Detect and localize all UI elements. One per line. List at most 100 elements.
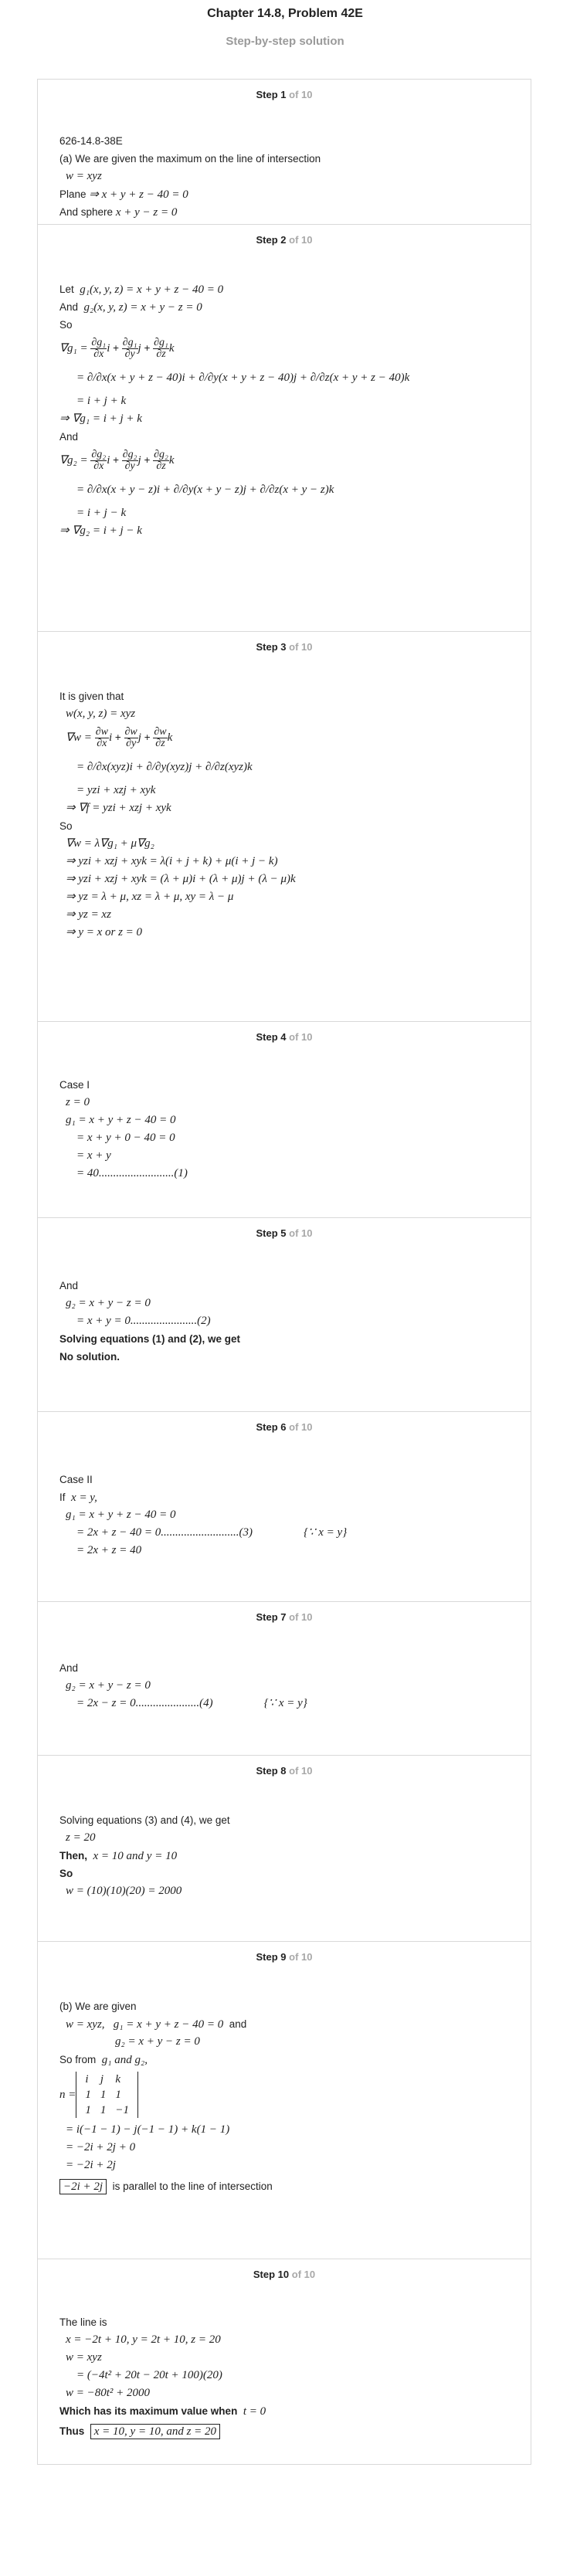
step-3: Step 3 of 10 It is given that w(x, y, z)… (37, 632, 531, 1022)
fraction: ∂g₂ ∂y (121, 448, 138, 472)
fraction: ∂g₁ ∂x (90, 336, 107, 360)
fraction: ∂w ∂z (153, 725, 168, 749)
math-line: g₁ and g₂, (101, 2054, 148, 2066)
math-note: {∵ x = y} (303, 1526, 348, 1539)
math-line: ⇒ yzi + xzj + xyk = (λ + μ)i + (λ + μ)j … (66, 873, 296, 885)
matrix-cell: i (85, 2073, 89, 2086)
matrix-cell: 1 (100, 2089, 107, 2101)
math-line: ⇒ x + y + z − 40 = 0 (89, 188, 188, 201)
math-line: = −2i + 2j (66, 2159, 116, 2171)
step-label: Step 1 (256, 89, 287, 100)
matrix-cell: 1 (85, 2104, 91, 2116)
text-label: is parallel to the line of intersection (112, 2181, 273, 2192)
text-line: And (59, 1280, 79, 1291)
text-line: So (59, 319, 73, 331)
step-label: Step 9 (256, 1951, 287, 1963)
step-header: Step 10 of 10 (38, 2259, 531, 2295)
text-label: and (229, 2018, 247, 2030)
math-line: g₂ = x + y − z = 0 (66, 1297, 151, 1309)
step-count: of 10 (289, 234, 313, 246)
step-9: Step 9 of 10 (b) We are given w = xyz, g… (37, 1942, 531, 2259)
math-line: = 40..........................(1) (76, 1167, 188, 1179)
steps-container: Step 1 of 10 626-14.8-38E (a) We are giv… (37, 79, 531, 2465)
math-line: w = (10)(10)(20) = 2000 (66, 1885, 182, 1897)
text-line: The line is (59, 2316, 107, 2328)
matrix-row: 1 1 −1 (80, 2103, 134, 2118)
math-line: = x + y (76, 1149, 111, 1162)
fraction: ∂g₁ ∂y (121, 336, 138, 360)
step-5: Step 5 of 10 And g₂ = x + y − z = 0 = x … (37, 1218, 531, 1412)
math-line: w = −80t² + 2000 (66, 2387, 151, 2399)
step-1: Step 1 of 10 626-14.8-38E (a) We are giv… (37, 79, 531, 225)
page-title: Chapter 14.8, Problem 42E (207, 7, 363, 20)
text-label: Plane (59, 188, 87, 200)
matrix-cell: 1 (85, 2089, 91, 2101)
problem-id: 626-14.8-38E (59, 135, 123, 147)
math-line: = ∂/∂x(xyz)i + ∂/∂y(xyz)j + ∂/∂z(xyz)k (76, 761, 253, 773)
text-line: It is given that (59, 691, 124, 702)
step-count: of 10 (289, 1611, 313, 1623)
step-10: Step 10 of 10 The line is x = −2t + 10, … (37, 2259, 531, 2465)
step-header: Step 4 of 10 (38, 1022, 531, 1057)
text-line: (a) We are given the maximum on the line… (59, 153, 321, 165)
determinant-matrix: i j k 1 1 1 1 1 −1 (76, 2072, 138, 2118)
math-line: = x + y = 0.......................(2) (76, 1315, 211, 1327)
math-line: x = −2t + 10, y = 2t + 10, z = 20 (66, 2333, 221, 2346)
math-line: ⇒ yz = λ + μ, xz = λ + μ, xy = λ − μ (66, 891, 234, 903)
math-line: ⇒ ∇g₂ = i + j − k (59, 524, 142, 537)
matrix-cell: 1 (115, 2089, 121, 2101)
step-label: Step 7 (256, 1611, 287, 1623)
fraction: ∂w ∂y (124, 725, 138, 749)
step-count: of 10 (289, 1227, 313, 1239)
step-header: Step 1 of 10 (38, 80, 531, 115)
math-line: = ∂/∂x(x + y + z − 40)i + ∂/∂y(x + y + z… (76, 372, 410, 384)
step-header: Step 2 of 10 (38, 225, 531, 260)
math-line: g₁(x, y, z) = x + y + z − 40 = 0 (80, 283, 224, 296)
page-header: Chapter 14.8, Problem 42E Step-by-step s… (0, 0, 570, 48)
matrix-cell: 1 (100, 2104, 107, 2116)
math-line: = yzi + xzj + xyk (76, 784, 156, 796)
text-line: No solution. (59, 1351, 120, 1363)
step-label: Step 6 (256, 1421, 287, 1433)
math-line: w = xyz, (66, 2018, 105, 2031)
step-count: of 10 (289, 1765, 313, 1777)
fraction: ∂g₂ ∂x (90, 448, 107, 472)
math-line: x = 10 and y = 10 (93, 1850, 178, 1862)
math-line: w = xyz (66, 170, 102, 182)
math-line: g₂ = x + y − z = 0 (66, 1679, 151, 1692)
math-line: g₂ = x + y − z = 0 (115, 2035, 200, 2048)
math-line: x = y, (71, 1492, 97, 1504)
text-label: So from (59, 2054, 97, 2065)
math-line: ⇒ yz = xz (66, 908, 111, 921)
math-line: = i + j + k (76, 395, 127, 407)
math-line: w = xyz (66, 2351, 102, 2364)
text-line: (b) We are given (59, 2001, 137, 2012)
step-7: Step 7 of 10 And g₂ = x + y − z = 0 = 2x… (37, 1602, 531, 1756)
text-label: If (59, 1492, 66, 1503)
math-line: = −2i + 2j + 0 (66, 2141, 136, 2153)
math-line: = (−4t² + 20t − 20t + 100)(20) (76, 2369, 222, 2381)
math-line: ⇒ yzi + xzj + xyk = λ(i + j + k) + μ(i +… (66, 855, 278, 867)
math-line: = 2x + z = 40 (76, 1544, 142, 1556)
math-line: = x + y + 0 − 40 = 0 (76, 1132, 175, 1144)
fraction: ∂g₁ ∂z (153, 336, 169, 360)
math-line: ∇w = λ∇g₁ + μ∇g₂ (66, 837, 154, 850)
step-header: Step 6 of 10 (38, 1412, 531, 1448)
matrix-cell: k (115, 2073, 121, 2086)
matrix-cell: j (100, 2073, 104, 2086)
fraction: ∂g₂ ∂z (153, 448, 169, 472)
math-line: ⇒ ∇g₁ = i + j + k (59, 412, 142, 425)
math-line: t = 0 (243, 2405, 266, 2418)
math-line: z = 20 (66, 1831, 96, 1844)
math-line: g₂(x, y, z) = x + y − z = 0 (83, 301, 202, 314)
boxed-vector: −2i + 2j (59, 2179, 107, 2194)
step-2: Step 2 of 10 Let g₁(x, y, z) = x + y + z… (37, 225, 531, 632)
math-line: n = (59, 2088, 76, 2101)
text-line: And (59, 1662, 79, 1674)
math-line: z = 0 (66, 1096, 90, 1108)
step-8: Step 8 of 10 Solving equations (3) and (… (37, 1756, 531, 1942)
step-count: of 10 (289, 1421, 313, 1433)
step-4: Step 4 of 10 Case I z = 0 g₁ = x + y + z… (37, 1022, 531, 1218)
step-header: Step 5 of 10 (38, 1218, 531, 1254)
step-header: Step 9 of 10 (38, 1942, 531, 1977)
